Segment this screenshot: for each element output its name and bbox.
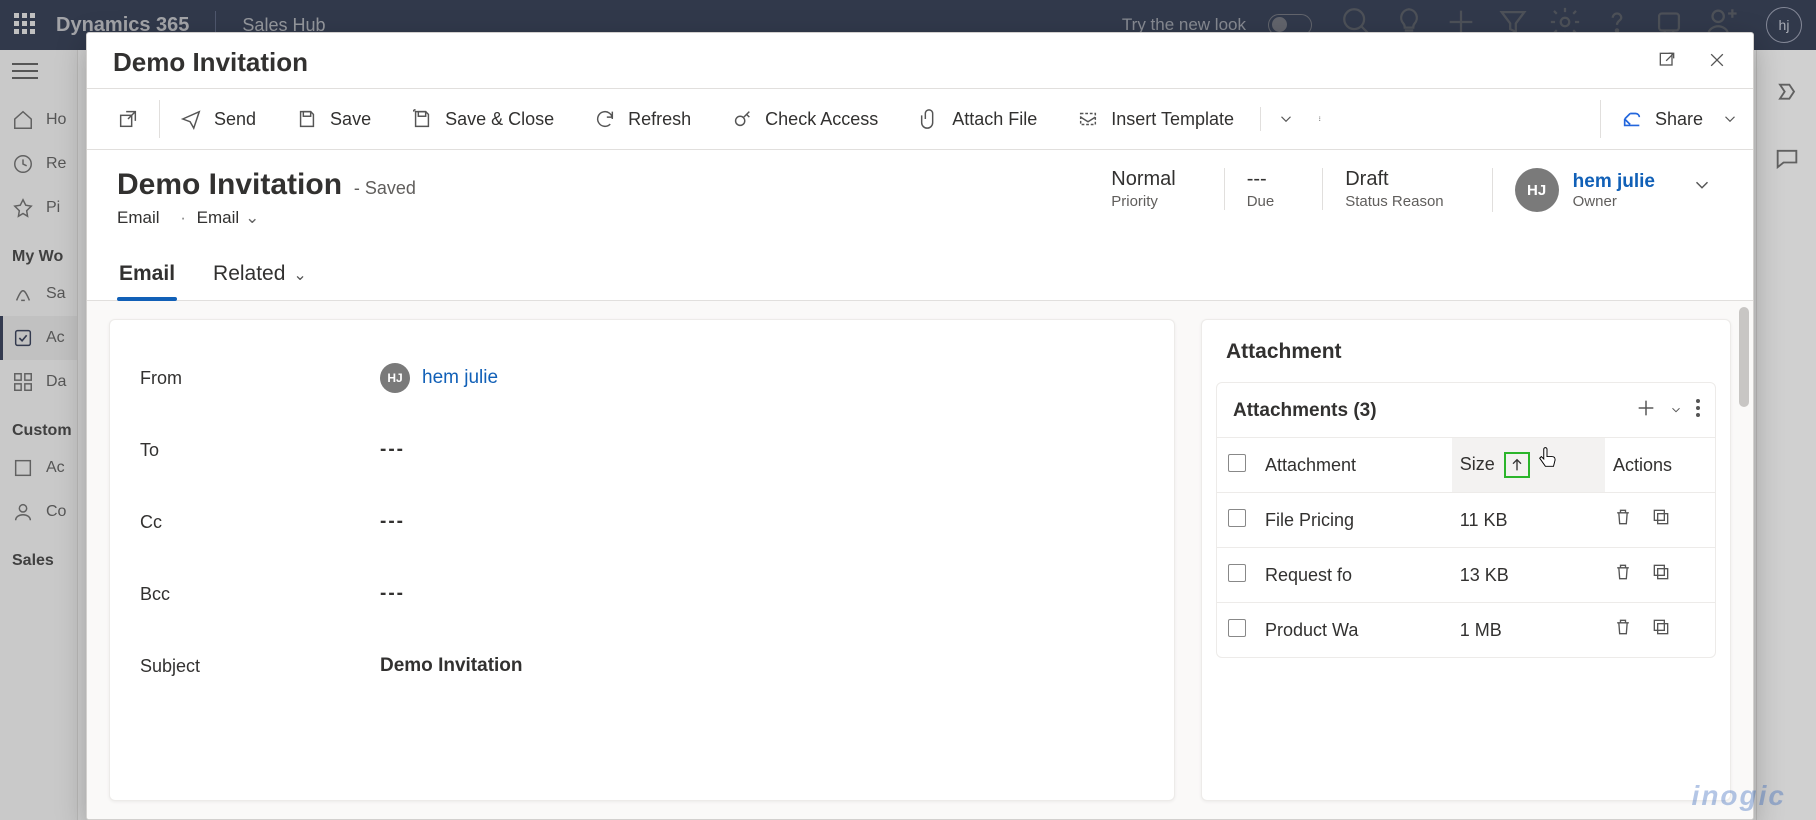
attachment-size: 13 KB [1452, 548, 1605, 603]
share-button[interactable]: Share [1601, 89, 1743, 149]
delete-icon[interactable] [1613, 565, 1633, 587]
attach-file-button[interactable]: Attach File [898, 89, 1057, 149]
nav-accounts[interactable]: Ac [0, 446, 77, 490]
left-nav: Ho Re Pi My Wo Sa Ac Da Cu [0, 50, 78, 820]
tab-related[interactable]: Related⌄ [211, 250, 309, 300]
header-owner[interactable]: HJ hem julie Owner [1492, 168, 1655, 212]
delete-icon[interactable] [1613, 510, 1633, 532]
nav-section-mywork: My Wo [0, 230, 77, 272]
header-due[interactable]: --- Due [1224, 168, 1297, 210]
copy-icon[interactable] [1651, 620, 1671, 642]
select-all-checkbox[interactable] [1228, 454, 1246, 472]
from-value: hem julie [422, 367, 498, 389]
cc-field[interactable]: Cc --- [140, 486, 1144, 558]
nav-home[interactable]: Ho [0, 98, 77, 142]
close-icon[interactable] [1707, 53, 1727, 75]
watermark: inogic [1692, 780, 1786, 812]
sort-indicator-icon[interactable] [1504, 452, 1530, 478]
save-button[interactable]: Save [276, 89, 391, 149]
command-overflow-more[interactable] [1305, 89, 1339, 149]
nav-sales-accel[interactable]: Sa [0, 272, 77, 316]
app-launcher-icon[interactable] [14, 13, 38, 37]
attachment-row[interactable]: Request fo13 KB [1217, 548, 1715, 603]
subject-field[interactable]: Subject Demo Invitation [140, 630, 1144, 702]
nav-pinned[interactable]: Pi [0, 186, 77, 230]
record-title: Demo Invitation [117, 168, 342, 201]
header-expand-icon[interactable] [1681, 168, 1723, 208]
add-attachment-chevron[interactable] [1669, 403, 1683, 420]
attachment-more-icon[interactable] [1695, 397, 1701, 425]
copilot-icon[interactable] [1773, 80, 1801, 115]
from-avatar: HJ [380, 363, 410, 393]
command-bar: Send Save Save & Close Refresh Check Acc… [87, 88, 1753, 150]
from-field[interactable]: From HJ hem julie [140, 342, 1144, 414]
command-overflow-chevron[interactable] [1267, 89, 1305, 149]
attachment-size: 1 MB [1452, 603, 1605, 658]
tab-email[interactable]: Email [117, 250, 177, 300]
header-status[interactable]: Draft Status Reason [1322, 168, 1465, 210]
right-rail [1756, 50, 1816, 820]
attachments-list-title: Attachments (3) [1233, 400, 1377, 422]
nav-dashboards[interactable]: Da [0, 360, 77, 404]
record-tabs: Email Related⌄ [87, 250, 1753, 301]
entity-label: Email [117, 208, 160, 227]
chat-icon[interactable] [1773, 145, 1801, 180]
refresh-button[interactable]: Refresh [574, 89, 711, 149]
dialog-title: Demo Invitation [113, 47, 308, 78]
copy-icon[interactable] [1651, 510, 1671, 532]
popout-icon[interactable] [1657, 53, 1683, 75]
attachment-name: Request fo [1257, 548, 1452, 603]
email-record-dialog: Demo Invitation Send Save Save & Close [86, 32, 1754, 820]
insert-template-button[interactable]: Insert Template [1057, 89, 1254, 149]
attachment-name: Product Wa [1257, 603, 1452, 658]
save-close-button[interactable]: Save & Close [391, 89, 574, 149]
attachment-name: File Pricing [1257, 493, 1452, 548]
nav-section-sales: Sales [0, 534, 77, 576]
hamburger-icon[interactable] [12, 70, 38, 72]
popout-button[interactable] [97, 89, 159, 149]
col-actions: Actions [1605, 438, 1715, 493]
bcc-field[interactable]: Bcc --- [140, 558, 1144, 630]
form-selector[interactable]: Email⌄ [197, 208, 260, 227]
row-checkbox[interactable] [1228, 564, 1246, 582]
col-size[interactable]: Size [1452, 438, 1605, 493]
nav-section-customers: Custom [0, 404, 77, 446]
check-access-button[interactable]: Check Access [711, 89, 898, 149]
scrollbar-thumb[interactable] [1739, 307, 1749, 407]
to-field[interactable]: To --- [140, 414, 1144, 486]
attachment-panel: Attachment Attachments (3) [1201, 319, 1731, 801]
owner-avatar: HJ [1515, 168, 1559, 212]
user-avatar[interactable]: hj [1766, 7, 1802, 43]
nav-activities[interactable]: Ac [0, 316, 77, 360]
email-form-card: From HJ hem julie To --- Cc --- Bcc --- … [109, 319, 1175, 801]
attachment-row[interactable]: File Pricing11 KB [1217, 493, 1715, 548]
attachment-panel-title: Attachment [1226, 340, 1730, 364]
nav-contacts[interactable]: Co [0, 490, 77, 534]
attachment-row[interactable]: Product Wa1 MB [1217, 603, 1715, 658]
row-checkbox[interactable] [1228, 509, 1246, 527]
nav-recent[interactable]: Re [0, 142, 77, 186]
copy-icon[interactable] [1651, 565, 1671, 587]
row-checkbox[interactable] [1228, 619, 1246, 637]
col-attachment[interactable]: Attachment [1257, 438, 1452, 493]
record-saved-state: - Saved [354, 178, 416, 198]
send-button[interactable]: Send [160, 89, 276, 149]
add-attachment-icon[interactable] [1635, 397, 1657, 425]
delete-icon[interactable] [1613, 620, 1633, 642]
attachment-size: 11 KB [1452, 493, 1605, 548]
header-priority[interactable]: Normal Priority [1111, 168, 1197, 210]
attachments-table: Attachment Size Actions [1217, 437, 1715, 657]
